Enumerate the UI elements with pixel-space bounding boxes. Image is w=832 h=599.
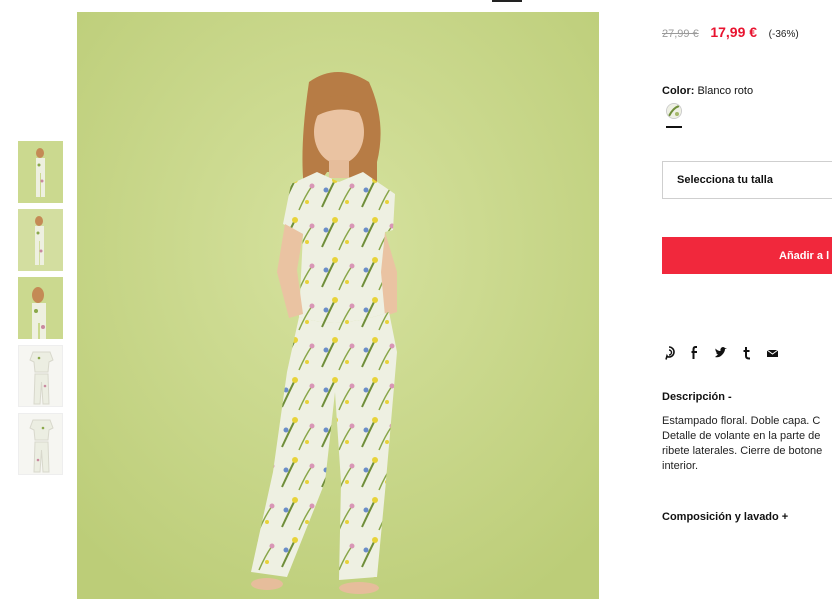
color-value: Blanco roto xyxy=(697,85,754,97)
description-line: Estampado floral. Doble capa. C xyxy=(662,415,821,427)
email-icon[interactable] xyxy=(766,346,779,360)
facebook-icon[interactable] xyxy=(688,346,701,360)
color-swatch[interactable] xyxy=(666,103,682,119)
top-nav-line xyxy=(0,0,832,10)
size-selector[interactable]: Selecciona tu talla xyxy=(662,161,832,199)
composition-toggle[interactable]: Composición y lavado + xyxy=(662,511,788,523)
description-text: Estampado floral. Doble capa. C Detalle … xyxy=(662,414,832,474)
thumbnail-3[interactable] xyxy=(18,277,63,339)
description-line: Detalle de volante en la parte de xyxy=(662,430,821,442)
color-row: Color: Blanco roto xyxy=(662,85,753,97)
thumbnail-1[interactable] xyxy=(18,141,63,203)
size-placeholder: Selecciona tu talla xyxy=(677,174,773,186)
price-row: 27,99 € 17,99 € (-36%) xyxy=(662,24,799,40)
swatch-selected-indicator xyxy=(666,126,682,128)
main-product-image[interactable] xyxy=(77,12,599,599)
active-tab-indicator xyxy=(492,0,522,2)
share-icons xyxy=(662,346,792,360)
discount-badge: (-36%) xyxy=(768,29,799,40)
add-to-cart-label: Añadir a l xyxy=(779,249,830,262)
description-toggle[interactable]: Descripción - xyxy=(662,391,732,403)
thumbnail-2[interactable] xyxy=(18,209,63,271)
pinterest-icon[interactable] xyxy=(662,346,675,360)
tumblr-icon[interactable] xyxy=(740,346,753,360)
add-to-cart-button[interactable]: Añadir a l xyxy=(662,237,832,274)
description-line: interior. xyxy=(662,460,699,472)
color-label: Color: xyxy=(662,85,695,97)
old-price: 27,99 € xyxy=(662,28,699,40)
thumbnail-gallery xyxy=(18,141,63,481)
sale-price: 17,99 € xyxy=(710,24,758,40)
thumbnail-4[interactable] xyxy=(18,345,63,407)
description-line: ribete laterales. Cierre de botone xyxy=(662,445,823,457)
thumbnail-5[interactable] xyxy=(18,413,63,475)
twitter-icon[interactable] xyxy=(714,346,727,360)
